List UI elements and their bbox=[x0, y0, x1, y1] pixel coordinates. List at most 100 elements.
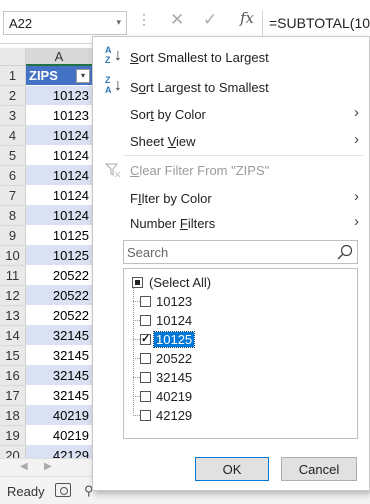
row-header[interactable]: 11 bbox=[0, 266, 26, 286]
list-item-label: 32145 bbox=[156, 370, 193, 385]
row-header[interactable]: 8 bbox=[0, 206, 26, 226]
table-cell[interactable]: 32145 bbox=[26, 346, 92, 366]
table-cell[interactable]: 20522 bbox=[26, 306, 92, 326]
sheet-prev-icon[interactable]: ◀ bbox=[20, 461, 28, 472]
enter-icon[interactable]: ✓ bbox=[203, 10, 217, 30]
row-header[interactable]: 9 bbox=[0, 226, 26, 246]
checkbox[interactable] bbox=[140, 372, 151, 383]
list-item[interactable]: 32145 bbox=[128, 368, 348, 387]
column-header-a[interactable]: A bbox=[26, 48, 92, 66]
row-header[interactable]: 2 bbox=[0, 86, 26, 106]
tree-branch bbox=[133, 377, 140, 378]
formula-input[interactable]: =SUBTOTAL(10 bbox=[262, 10, 370, 36]
formula-text: =SUBTOTAL(10 bbox=[269, 15, 370, 31]
row-header[interactable]: 14 bbox=[0, 326, 26, 346]
search-input[interactable] bbox=[124, 241, 334, 263]
table-cell[interactable]: 10124 bbox=[26, 186, 92, 206]
row-header[interactable]: 6 bbox=[0, 166, 26, 186]
sheet-nav: ◀ ▶ bbox=[0, 458, 92, 476]
checkbox[interactable] bbox=[140, 315, 151, 326]
number-filters-label: Number Filters bbox=[130, 216, 216, 231]
list-item-label: (Select All) bbox=[149, 275, 212, 290]
list-item[interactable]: 10125 bbox=[128, 330, 348, 349]
filter-dropdown-button[interactable]: ▾ bbox=[76, 69, 90, 83]
row-header[interactable]: 5 bbox=[0, 146, 26, 166]
list-item[interactable]: 42129 bbox=[128, 406, 348, 425]
table-cell[interactable]: 10123 bbox=[26, 86, 92, 106]
sort-ascending-item[interactable]: A Z ↓ Sort Smallest to Largest bbox=[93, 44, 369, 70]
table-cell[interactable]: 10123 bbox=[26, 106, 92, 126]
name-box-value: A22 bbox=[9, 16, 33, 31]
clear-filter-item[interactable]: Clear Filter From "ZIPS" bbox=[93, 157, 369, 183]
table-cell[interactable]: 40219 bbox=[26, 426, 92, 446]
table-cell[interactable]: 32145 bbox=[26, 326, 92, 346]
sort-ascending-icon: A Z ↓ bbox=[105, 45, 122, 65]
sort-descending-item[interactable]: Z A ↓ Sort Largest to Smallest bbox=[93, 74, 369, 100]
list-item[interactable]: 10124 bbox=[128, 311, 348, 330]
chevron-right-icon: › bbox=[354, 131, 359, 148]
clear-filter-icon bbox=[105, 163, 121, 178]
sort-descending-icon: Z A ↓ bbox=[105, 75, 122, 95]
row-header[interactable]: 10 bbox=[0, 246, 26, 266]
sheet-view-item[interactable]: Sheet View › bbox=[93, 128, 369, 154]
search-box bbox=[123, 240, 358, 264]
row-header[interactable]: 15 bbox=[0, 346, 26, 366]
table-cell[interactable]: 10124 bbox=[26, 146, 92, 166]
table-cell[interactable]: 10124 bbox=[26, 166, 92, 186]
list-item[interactable]: 10123 bbox=[128, 292, 348, 311]
checkbox[interactable] bbox=[140, 391, 151, 402]
chevron-down-icon[interactable]: ▾ bbox=[116, 17, 121, 28]
row-header[interactable]: 13 bbox=[0, 306, 26, 326]
table-cell[interactable]: 32145 bbox=[26, 386, 92, 406]
list-item-label: 20522 bbox=[156, 351, 193, 366]
sheet-next-icon[interactable]: ▶ bbox=[44, 461, 52, 472]
name-box[interactable]: A22 ▾ bbox=[3, 11, 127, 35]
accessibility-icon[interactable] bbox=[55, 483, 71, 497]
row-header[interactable]: 16 bbox=[0, 366, 26, 386]
row-header[interactable]: 19 bbox=[0, 426, 26, 446]
list-item[interactable]: 20522 bbox=[128, 349, 348, 368]
sheet-view-label: Sheet View bbox=[130, 134, 196, 149]
table-cell[interactable]: 40219 bbox=[26, 406, 92, 426]
insert-function-icon[interactable]: fx bbox=[240, 9, 254, 27]
sort-by-color-item[interactable]: Sort by Color › bbox=[93, 101, 369, 127]
cancel-button[interactable]: Cancel bbox=[281, 457, 357, 481]
row-header[interactable]: 12 bbox=[0, 286, 26, 306]
table-cell[interactable]: 32145 bbox=[26, 366, 92, 386]
list-item[interactable]: 40219 bbox=[128, 387, 348, 406]
row-header[interactable]: 18 bbox=[0, 406, 26, 426]
table-cell[interactable]: 10124 bbox=[26, 206, 92, 226]
list-item[interactable]: (Select All) bbox=[128, 273, 348, 292]
row-header[interactable]: 4 bbox=[0, 126, 26, 146]
search-icon[interactable] bbox=[337, 244, 353, 260]
list-item-label: 10125 bbox=[152, 331, 196, 348]
filter-by-color-item[interactable]: FIlter by Color › bbox=[93, 185, 369, 211]
tree-branch bbox=[133, 301, 140, 302]
more-icon: ⋮ bbox=[137, 11, 151, 27]
checkbox[interactable] bbox=[132, 277, 143, 288]
list-item-label: 10124 bbox=[156, 313, 193, 328]
table-cell[interactable]: 10124 bbox=[26, 126, 92, 146]
checkbox[interactable] bbox=[140, 410, 151, 421]
select-all-corner[interactable] bbox=[0, 48, 26, 66]
list-item-label: 10123 bbox=[156, 294, 193, 309]
cancel-icon[interactable]: ✕ bbox=[170, 10, 184, 30]
table-cell[interactable]: 20522 bbox=[26, 286, 92, 306]
row-header[interactable]: 1 bbox=[0, 66, 26, 86]
table-cell[interactable]: 10125 bbox=[26, 226, 92, 246]
table-cell[interactable]: 10125 bbox=[26, 246, 92, 266]
table-cell[interactable]: 20522 bbox=[26, 266, 92, 286]
checkbox[interactable] bbox=[140, 296, 151, 307]
number-filters-item[interactable]: Number Filters › bbox=[93, 210, 369, 236]
status-ready: Ready bbox=[7, 484, 45, 499]
row-header[interactable]: 3 bbox=[0, 106, 26, 126]
tree-branch bbox=[133, 415, 140, 416]
row-header[interactable]: 17 bbox=[0, 386, 26, 406]
row-header[interactable]: 7 bbox=[0, 186, 26, 206]
ok-button[interactable]: OK bbox=[195, 457, 269, 481]
sort-descending-label: Sort Largest to Smallest bbox=[130, 80, 269, 95]
checkbox[interactable] bbox=[140, 332, 151, 345]
filter-by-color-label: FIlter by Color bbox=[130, 191, 212, 206]
checkbox[interactable] bbox=[140, 353, 151, 364]
clear-filter-label: Clear Filter From "ZIPS" bbox=[130, 163, 270, 178]
